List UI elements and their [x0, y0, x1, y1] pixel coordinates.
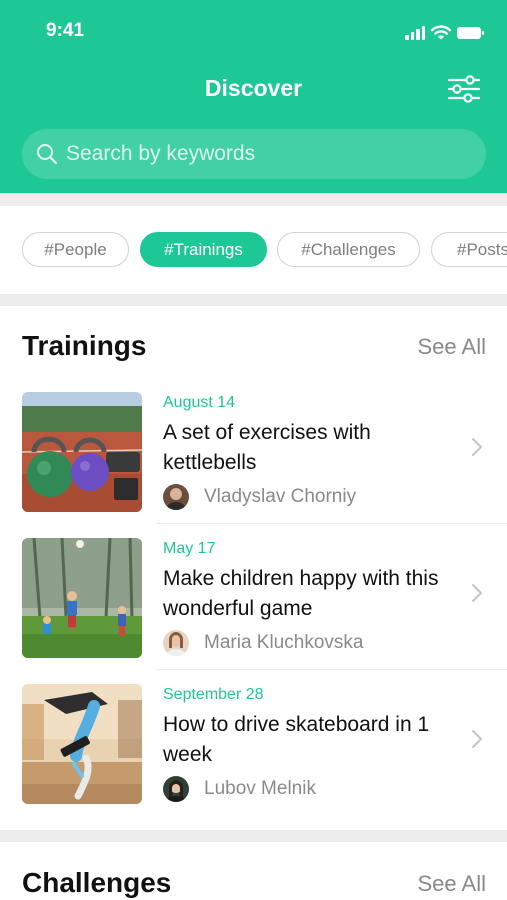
author-name: Lubov Melnik — [204, 778, 316, 799]
tag-posts[interactable]: #Posts — [431, 232, 507, 267]
training-author: Lubov Melnik — [163, 776, 316, 802]
training-title: How to drive skateboard in 1 week — [163, 713, 430, 766]
training-item[interactable]: May 17 Make children happy with this won… — [0, 530, 507, 670]
training-date: August 14 — [163, 394, 236, 411]
author-name: Maria Kluchkovska — [204, 632, 364, 653]
section-separator — [0, 193, 507, 206]
trainings-see-all-link[interactable]: See All — [418, 334, 487, 360]
page-title: Discover — [204, 75, 303, 101]
chevron-right-icon — [472, 584, 482, 602]
chevron-right-icon — [472, 438, 482, 456]
section-separator — [0, 294, 507, 306]
section-separator — [0, 830, 507, 842]
header: 9:41 Discover Search by keywords — [0, 0, 507, 193]
chevron-right-icon — [472, 730, 482, 748]
row-divider — [156, 669, 507, 670]
training-title: Make children happy with this wonderful … — [163, 567, 439, 620]
search-input[interactable]: Search by keywords — [22, 129, 486, 179]
tag-challenges[interactable]: #Challenges — [277, 232, 420, 267]
training-title: A set of exercises with kettlebells — [163, 421, 371, 474]
search-placeholder: Search by keywords — [66, 142, 256, 165]
training-item[interactable]: September 28 How to drive skateboard in … — [0, 676, 507, 816]
training-thumbnail-skateboard — [22, 684, 142, 804]
tag-people[interactable]: #People — [22, 232, 129, 267]
signal-icon — [405, 26, 425, 40]
challenges-see-all-link[interactable]: See All — [418, 871, 487, 897]
training-author: Vladyslav Chorniy — [163, 484, 356, 510]
challenges-section-title: Challenges — [22, 867, 172, 898]
avatar — [163, 776, 189, 802]
trainings-section-title: Trainings — [22, 330, 147, 361]
training-author: Maria Kluchkovska — [163, 630, 363, 656]
training-thumbnail-kettlebells — [22, 392, 142, 512]
training-date: September 28 — [163, 686, 264, 703]
avatar — [163, 630, 189, 656]
avatar — [163, 484, 189, 510]
wifi-icon — [431, 25, 451, 40]
tag-trainings[interactable]: #Trainings — [140, 232, 267, 267]
author-name: Vladyslav Chorniy — [204, 486, 357, 507]
training-thumbnail-children-game — [22, 538, 142, 658]
status-time: 9:41 — [46, 20, 85, 41]
row-divider — [156, 523, 507, 524]
search-icon — [37, 144, 58, 165]
filter-button[interactable] — [444, 72, 484, 106]
battery-icon — [457, 27, 484, 39]
training-item[interactable]: August 14 A set of exercises with kettle… — [0, 384, 507, 524]
status-icons — [405, 22, 484, 40]
training-date: May 17 — [163, 540, 216, 557]
filter-sliders-icon — [447, 75, 481, 103]
tag-filter-bar: #People #Trainings #Challenges #Posts — [0, 206, 507, 294]
